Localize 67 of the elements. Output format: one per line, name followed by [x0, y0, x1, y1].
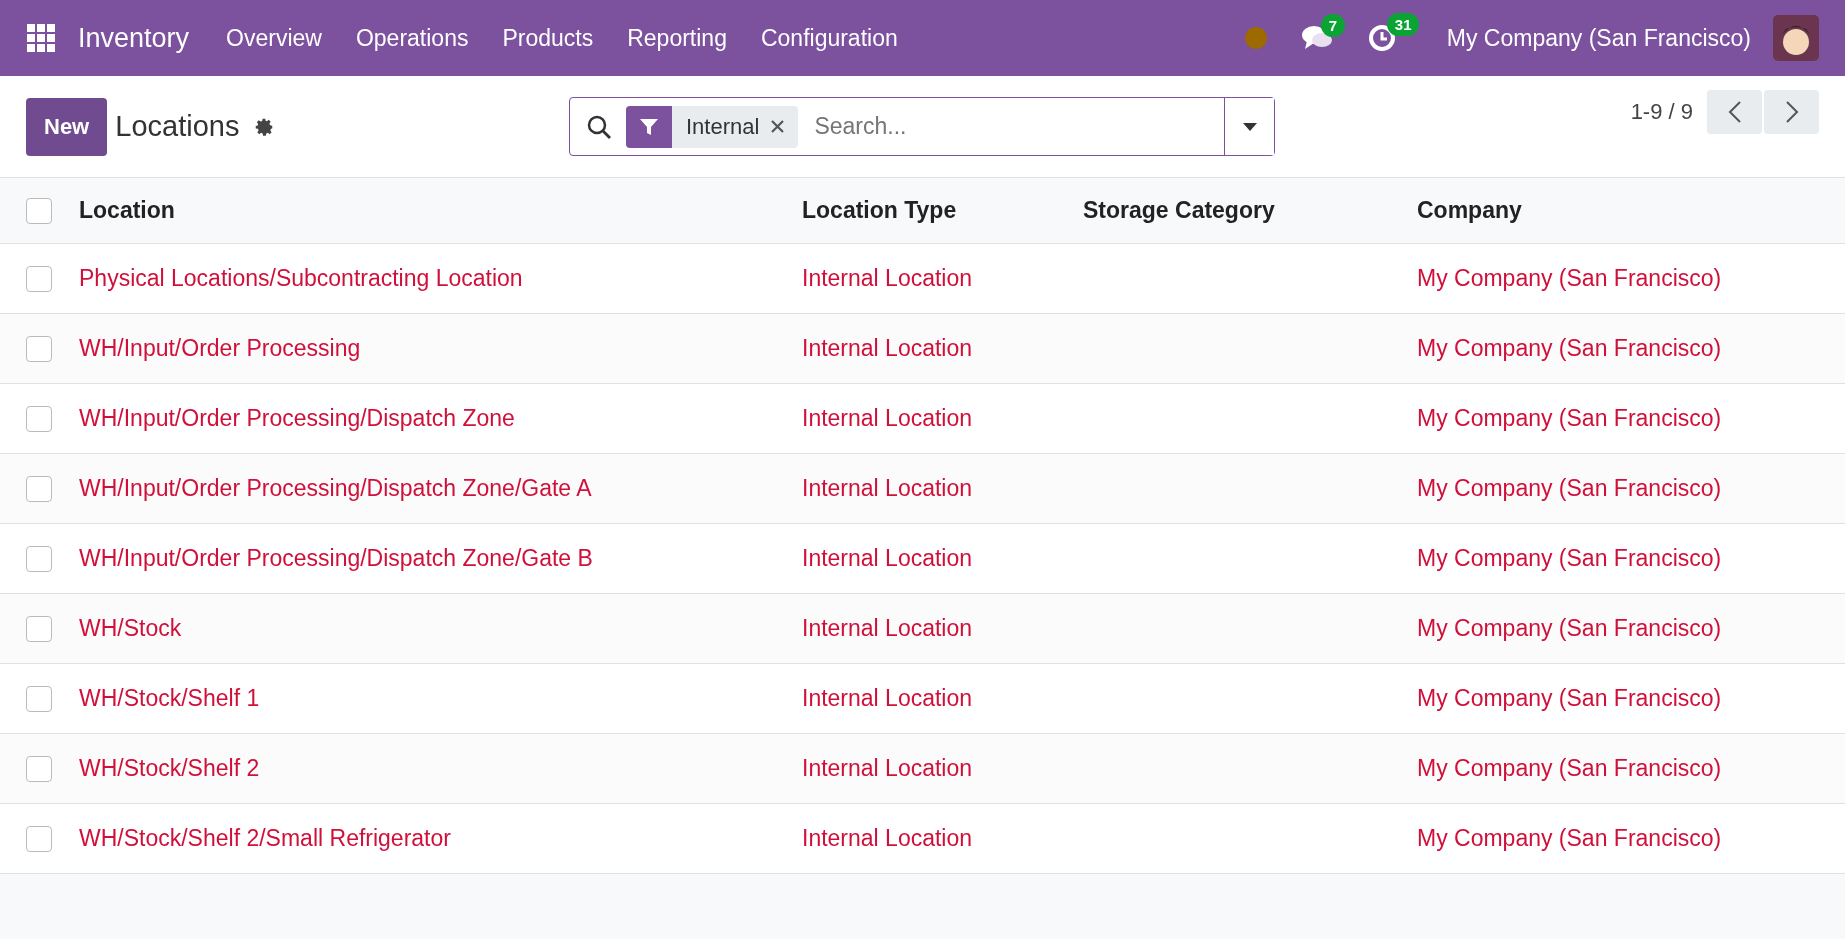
table-cell: Internal Location [802, 405, 973, 431]
table-cell: Physical Locations/Subcontracting Location [79, 265, 523, 291]
table-cell: WH/Stock/Shelf 2/Small Refrigerator [79, 825, 451, 851]
table-cell: My Company (San Francisco) [1417, 335, 1722, 361]
app-grid-icon[interactable] [26, 23, 56, 53]
company-switcher[interactable]: My Company (San Francisco) [1446, 24, 1751, 52]
previous-page-button[interactable] [1707, 90, 1762, 134]
chevron-left-icon [1727, 100, 1742, 124]
table-cell: WH/Input/Order Processing/Dispatch Zone/Gate B [79, 545, 593, 571]
filter-facet: Internal [685, 113, 761, 140]
close-icon[interactable] [771, 120, 785, 133]
column-header[interactable]: Location [79, 197, 175, 223]
table-cell: My Company (San Francisco) [1417, 685, 1722, 711]
search-icon [586, 113, 612, 140]
avatar-icon[interactable] [1773, 15, 1819, 61]
search-field[interactable]: Search... [812, 112, 1224, 141]
row-checkbox[interactable] [26, 616, 52, 643]
search-options-toggle[interactable] [1224, 98, 1274, 155]
table-cell: My Company (San Francisco) [1417, 825, 1722, 851]
table-cell: My Company (San Francisco) [1417, 265, 1722, 291]
select-all-checkbox[interactable] [26, 198, 52, 225]
row-checkbox[interactable] [26, 686, 52, 713]
menu-item[interactable]: Overview [209, 24, 339, 52]
row-checkbox[interactable] [26, 406, 52, 433]
menu-item[interactable]: Reporting [610, 24, 744, 52]
table-cell: My Company (San Francisco) [1417, 755, 1722, 781]
table-cell: WH/Stock/Shelf 2 [79, 755, 260, 781]
page-title: Locations [115, 110, 240, 143]
table-cell: My Company (San Francisco) [1417, 545, 1722, 571]
table-cell: Internal Location [802, 825, 973, 851]
status-dot-icon[interactable] [1244, 27, 1267, 49]
app-name[interactable]: Inventory [78, 22, 190, 54]
row-checkbox[interactable] [26, 756, 52, 783]
caret-icon [1242, 122, 1257, 131]
table-cell: WH/Stock [79, 615, 182, 641]
table-cell: WH/Stock/Shelf 1 [79, 685, 260, 711]
table-cell: WH/Input/Order Processing/Dispatch Zone/Gate A [79, 475, 592, 501]
filter-icon [639, 116, 659, 137]
activity-count-badge: 31 [1386, 13, 1420, 36]
column-header[interactable]: Company [1417, 197, 1522, 223]
message-count-badge: 7 [1320, 14, 1346, 37]
table-cell: Internal Location [802, 685, 973, 711]
row-checkbox[interactable] [26, 266, 52, 293]
row-checkbox[interactable] [26, 476, 52, 503]
table-cell: WH/Input/Order Processing [79, 335, 361, 361]
table-cell: My Company (San Francisco) [1417, 475, 1722, 501]
row-checkbox[interactable] [26, 336, 52, 363]
row-checkbox[interactable] [26, 826, 52, 853]
table-cell: WH/Input/Order Processing/Dispatch Zone [79, 405, 515, 431]
pager-counter: 1-9 / 9 [1630, 99, 1693, 125]
table-cell: Internal Location [802, 335, 973, 361]
new-button[interactable]: New [26, 97, 108, 156]
menu-item[interactable]: Operations [338, 24, 486, 52]
menu-item[interactable]: Products [485, 24, 611, 52]
search-bar[interactable]: Internal Search... [569, 97, 1275, 156]
table-cell: My Company (San Francisco) [1417, 615, 1722, 641]
table-cell: My Company (San Francisco) [1417, 405, 1722, 431]
table-cell: Internal Location [802, 545, 973, 571]
clock-icon[interactable] [1366, 23, 1397, 53]
table-cell: Internal Location [802, 475, 973, 501]
next-page-button[interactable] [1764, 90, 1819, 134]
menu-item[interactable]: Configuration [743, 24, 915, 52]
table-cell: Internal Location [802, 755, 973, 781]
table-cell: Internal Location [802, 265, 973, 291]
table-cell: Internal Location [802, 615, 973, 641]
row-checkbox[interactable] [26, 546, 52, 573]
chevron-right-icon [1784, 100, 1799, 124]
